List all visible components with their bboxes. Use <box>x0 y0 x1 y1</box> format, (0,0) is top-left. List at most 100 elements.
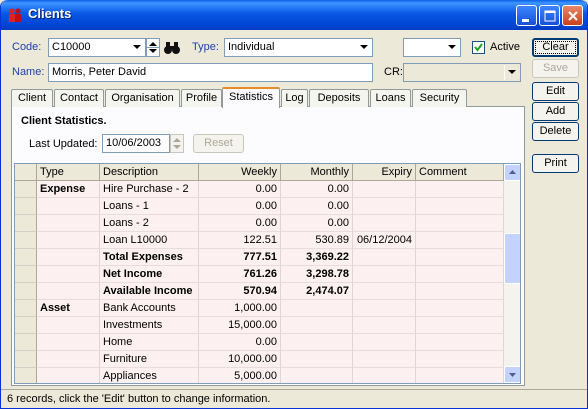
maximize-button[interactable] <box>539 5 560 26</box>
last-updated-field[interactable]: 10/06/2003 <box>102 134 170 153</box>
spinner-arrows-icon <box>173 138 181 149</box>
cell-expiry <box>353 317 416 334</box>
statistics-grid[interactable]: Type Description Weekly Monthly Expiry C… <box>14 163 521 384</box>
table-row[interactable]: Available Income 570.94 2,474.07 <box>15 283 504 300</box>
row-selector[interactable] <box>15 232 37 249</box>
status-select[interactable] <box>403 38 461 57</box>
tab-log[interactable]: Log <box>281 89 308 107</box>
cr-select[interactable] <box>403 63 521 82</box>
edit-button[interactable]: Edit <box>532 82 579 101</box>
type-select[interactable]: Individual <box>224 38 373 57</box>
code-spinner[interactable] <box>146 38 160 57</box>
cell-comment <box>416 215 504 232</box>
grid-header: Type Description Weekly Monthly Expiry C… <box>15 164 520 181</box>
row-selector[interactable] <box>15 300 37 317</box>
chevron-down-icon <box>448 45 456 49</box>
table-row[interactable]: Expense Hire Purchase - 2 0.00 0.00 <box>15 181 504 198</box>
col-comment-header[interactable]: Comment <box>416 164 504 181</box>
cell-description: Loans - 1 <box>100 198 199 215</box>
table-row[interactable]: Loans - 1 0.00 0.00 <box>15 198 504 215</box>
clients-window: Clients Code: C10000 Type: Individual Ac… <box>0 0 588 409</box>
cell-weekly: 0.00 <box>199 215 281 232</box>
status-dropdown-button[interactable] <box>444 40 459 55</box>
type-dropdown-button[interactable] <box>356 40 371 55</box>
grid-scrollbar[interactable] <box>504 164 520 383</box>
active-checkbox[interactable] <box>472 41 485 54</box>
table-row[interactable]: Loan L10000 122.51 530.89 06/12/2004 <box>15 232 504 249</box>
col-description-header[interactable]: Description <box>100 164 199 181</box>
row-selector[interactable] <box>15 368 37 383</box>
cell-weekly: 0.00 <box>199 181 281 198</box>
row-selector[interactable] <box>15 198 37 215</box>
table-row[interactable]: Furniture 10,000.00 <box>15 351 504 368</box>
col-weekly-header[interactable]: Weekly <box>199 164 281 181</box>
tab-profile[interactable]: Profile <box>181 89 222 107</box>
cell-expiry <box>353 181 416 198</box>
cell-description: Investments <box>100 317 199 334</box>
cell-monthly <box>281 317 353 334</box>
cr-dropdown-button[interactable] <box>504 65 519 80</box>
cell-type: Expense <box>37 181 100 198</box>
cell-comment <box>416 266 504 283</box>
table-row[interactable]: Investments 15,000.00 <box>15 317 504 334</box>
minimize-button[interactable] <box>516 5 537 26</box>
row-selector[interactable] <box>15 266 37 283</box>
cell-type: Asset <box>37 300 100 317</box>
tab-deposits[interactable]: Deposits <box>309 89 369 107</box>
close-button[interactable] <box>562 5 583 26</box>
print-button[interactable]: Print <box>532 154 579 173</box>
table-row[interactable]: Loans - 2 0.00 0.00 <box>15 215 504 232</box>
cell-type <box>37 215 100 232</box>
add-button[interactable]: Add <box>532 102 579 121</box>
row-selector[interactable] <box>15 249 37 266</box>
save-button[interactable]: Save <box>532 59 579 78</box>
code-dropdown-button[interactable] <box>129 40 144 55</box>
last-updated-spinner[interactable] <box>170 134 184 153</box>
cell-monthly <box>281 334 353 351</box>
name-field[interactable]: Morris, Peter David <box>48 63 373 82</box>
col-monthly-header[interactable]: Monthly <box>281 164 353 181</box>
delete-button[interactable]: Delete <box>532 122 579 141</box>
cell-monthly: 0.00 <box>281 181 353 198</box>
scroll-down-button[interactable] <box>504 366 520 383</box>
row-selector[interactable] <box>15 215 37 232</box>
tab-contact[interactable]: Contact <box>54 89 104 107</box>
table-row[interactable]: Appliances 5,000.00 <box>15 368 504 383</box>
row-selector[interactable] <box>15 351 37 368</box>
code-field[interactable]: C10000 <box>48 38 146 57</box>
table-row[interactable]: Total Expenses 777.51 3,369.22 <box>15 249 504 266</box>
name-value: Morris, Peter David <box>52 66 147 78</box>
scroll-thumb[interactable] <box>504 233 520 284</box>
tab-organisation[interactable]: Organisation <box>105 89 180 107</box>
arrow-down-icon <box>509 373 516 377</box>
cell-expiry: 06/12/2004 <box>353 232 416 249</box>
row-selector[interactable] <box>15 334 37 351</box>
title-bar[interactable]: Clients <box>1 0 587 30</box>
table-row[interactable]: Asset Bank Accounts 1,000.00 <box>15 300 504 317</box>
cell-expiry <box>353 351 416 368</box>
cell-monthly <box>281 300 353 317</box>
clear-button[interactable]: Clear <box>532 38 579 57</box>
tab-client[interactable]: Client <box>11 89 53 107</box>
cell-description: Loans - 2 <box>100 215 199 232</box>
tab-security[interactable]: Security <box>412 89 467 107</box>
table-row[interactable]: Home 0.00 <box>15 334 504 351</box>
minimize-icon <box>522 19 529 22</box>
row-selector[interactable] <box>15 181 37 198</box>
binoculars-icon[interactable] <box>163 39 181 57</box>
cell-comment <box>416 300 504 317</box>
cell-comment <box>416 317 504 334</box>
scroll-up-button[interactable] <box>504 164 520 181</box>
cell-weekly: 0.00 <box>199 334 281 351</box>
row-selector[interactable] <box>15 317 37 334</box>
cell-weekly: 761.26 <box>199 266 281 283</box>
reset-button[interactable]: Reset <box>193 134 244 153</box>
tab-loans[interactable]: Loans <box>370 89 411 107</box>
row-selector[interactable] <box>15 283 37 300</box>
tab-statistics[interactable]: Statistics <box>222 87 280 108</box>
col-expiry-header[interactable]: Expiry <box>353 164 416 181</box>
col-type-header[interactable]: Type <box>37 164 100 181</box>
cell-weekly: 5,000.00 <box>199 368 281 383</box>
maximize-icon <box>544 10 556 22</box>
table-row[interactable]: Net Income 761.26 3,298.78 <box>15 266 504 283</box>
